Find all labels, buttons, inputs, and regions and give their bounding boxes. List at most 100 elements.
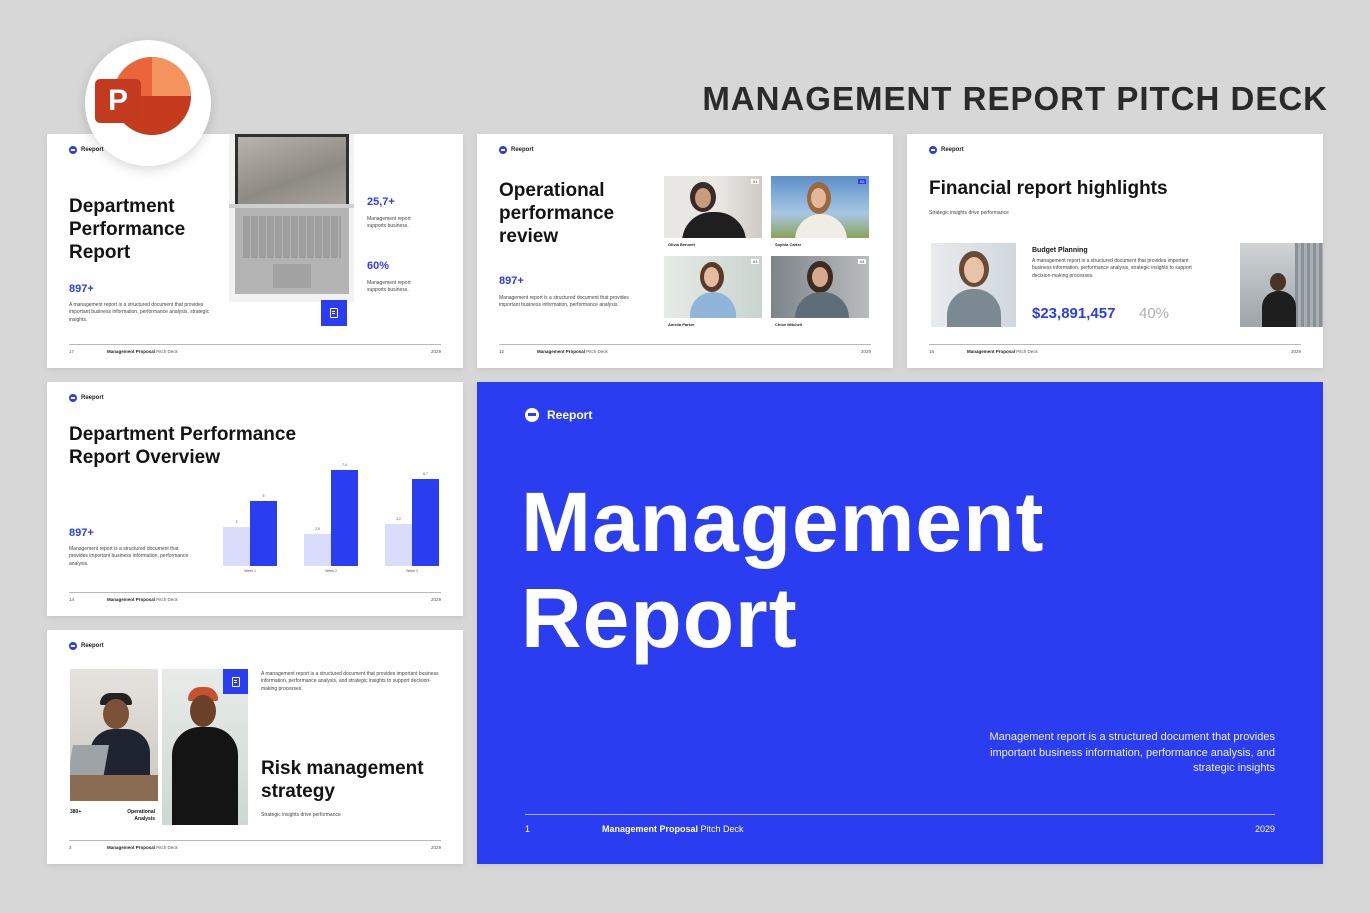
- hero-title-line: Report: [521, 571, 798, 665]
- slide-risk-management[interactable]: Reeport A management report is a structu…: [47, 630, 463, 864]
- bar-chart: 3 5 Week 1 2,5 7,4 Week 2 3,2 6,7 Week 3: [217, 462, 447, 578]
- city-photo: [1240, 243, 1323, 327]
- brand-logo: Reeport: [69, 146, 104, 154]
- bar-value-label: 3,2: [396, 517, 401, 522]
- x-tick-label: Week 2: [325, 569, 337, 573]
- slide-title: Financial report highlights: [929, 178, 1168, 199]
- brand-logo-icon: [69, 642, 77, 650]
- stat-value: 897+: [69, 527, 94, 539]
- footer-bold: Management Proposal: [537, 349, 586, 354]
- footer-divider: [69, 344, 441, 345]
- brand-logo-icon: [525, 408, 539, 422]
- stat-text: Management report supports business.: [367, 216, 411, 230]
- bar-value-label: 5: [262, 494, 265, 498]
- footer-rest: Pitch Deck: [156, 845, 178, 850]
- person-number: 01: [751, 179, 760, 184]
- percent-value: 40%: [1139, 305, 1170, 322]
- footer-year: 2029: [1254, 824, 1275, 834]
- brand-name: Reeport: [81, 395, 104, 401]
- slide-subtitle: Strategic insights drive performance: [929, 210, 1009, 216]
- stat-value: 380+: [70, 809, 82, 815]
- slide-performance-overview[interactable]: Reeport Department Performance Report Ov…: [47, 382, 463, 616]
- page-number: 16: [929, 349, 935, 354]
- card-title: Budget Planning: [1032, 247, 1088, 254]
- footer-label: Management Proposal Pitch Deck: [602, 824, 744, 834]
- footer-label: Management Proposal Pitch Deck: [107, 597, 178, 602]
- bar-value-label: 7,4: [342, 462, 347, 467]
- stat-value: 897+: [499, 275, 524, 287]
- footer-divider: [69, 840, 441, 841]
- footer-rest: Pitch Deck: [156, 597, 178, 602]
- slide-subtitle: Strategic insights drive performance: [261, 812, 341, 818]
- chart-bar: [331, 469, 358, 566]
- bar-value-label: 2,5: [315, 526, 320, 531]
- hero-title-line: Management: [521, 475, 1045, 569]
- document-button[interactable]: [321, 300, 347, 326]
- footer-year: 2029: [1290, 349, 1301, 354]
- slide-title: Department Performance Report: [69, 196, 186, 263]
- footer-divider: [69, 592, 441, 593]
- brand-logo: Reeport: [499, 146, 534, 154]
- person-number: 02: [858, 179, 867, 184]
- stat-value: 60%: [367, 260, 390, 272]
- brand-name: Reeport: [81, 147, 104, 153]
- hero-description: Management report is a structured docume…: [989, 731, 1275, 774]
- brand-logo-icon: [69, 146, 77, 154]
- footer-year: 2029: [430, 349, 441, 354]
- document-icon: [231, 676, 240, 687]
- footer-year: 2029: [860, 349, 871, 354]
- footer-bold: Management Proposal: [107, 597, 156, 602]
- bar-value-label: 6,7: [423, 471, 428, 476]
- brand-logo: Reeport: [929, 146, 964, 154]
- footer-bold: Management Proposal: [602, 824, 699, 834]
- footer-rest: Pitch Deck: [156, 349, 178, 354]
- person-name: Amelia Parker: [668, 322, 695, 327]
- person-number: 03: [751, 259, 760, 264]
- document-button[interactable]: [223, 669, 248, 694]
- person-name: Chloe Mitchell: [775, 322, 803, 327]
- x-tick-label: Week 3: [406, 569, 418, 573]
- person-photo: [771, 256, 869, 318]
- person-number: 04: [858, 259, 867, 264]
- page-number: 12: [499, 349, 505, 354]
- app-icon-badge: P: [85, 40, 211, 166]
- powerpoint-letter: P: [107, 84, 128, 117]
- slide-hero-cover[interactable]: Reeport Management Report Management rep…: [477, 382, 1323, 864]
- brand-logo: Reeport: [69, 394, 104, 402]
- page-title: MANAGEMENT REPORT PITCH DECK: [702, 80, 1328, 117]
- footer-label: Management Proposal Pitch Deck: [107, 349, 178, 354]
- brand-logo: Reeport: [525, 408, 592, 422]
- brand-logo: Reeport: [69, 642, 104, 650]
- brand-logo-icon: [69, 394, 77, 402]
- chart-bar: [385, 524, 412, 566]
- powerpoint-icon: P: [95, 55, 191, 145]
- chart-bar: [304, 533, 331, 566]
- footer-bold: Management Proposal: [967, 349, 1016, 354]
- stat-value: 897+: [69, 283, 94, 295]
- person-photo: [664, 256, 762, 318]
- footer-label: Management Proposal Pitch Deck: [107, 845, 178, 850]
- person-name: Sophia Carter: [775, 242, 802, 247]
- laptop-photo: [229, 134, 354, 302]
- person-photo: [931, 243, 1016, 327]
- footer-rest: Pitch Deck: [700, 824, 744, 834]
- slide-department-performance[interactable]: Reeport Department Performance Report 89…: [47, 134, 463, 368]
- amount-value: $23,891,457: [1032, 305, 1116, 322]
- footer-bold: Management Proposal: [107, 349, 156, 354]
- slide-operational-review[interactable]: Reeport Operational performance review 8…: [477, 134, 893, 368]
- chart-bar: [412, 478, 439, 566]
- person-laptop-photo: [70, 669, 158, 801]
- footer-label: Management Proposal Pitch Deck: [967, 349, 1038, 354]
- footer-divider: [929, 344, 1301, 345]
- card-description: A management report is a structured docu…: [1032, 258, 1192, 279]
- footer-label: Management Proposal Pitch Deck: [537, 349, 608, 354]
- footer-divider: [499, 344, 871, 345]
- stat-label: Operational Analysis: [127, 809, 155, 822]
- stat-text: Management report supports business.: [367, 280, 411, 294]
- slide-description: Management report is a structured docume…: [499, 295, 629, 309]
- document-icon: [330, 308, 338, 318]
- bar-value-label: 3: [235, 520, 238, 524]
- page-number: 14: [69, 597, 75, 602]
- chart-bar: [250, 501, 277, 566]
- slide-financial-highlights[interactable]: Reeport Financial report highlights Stra…: [907, 134, 1323, 368]
